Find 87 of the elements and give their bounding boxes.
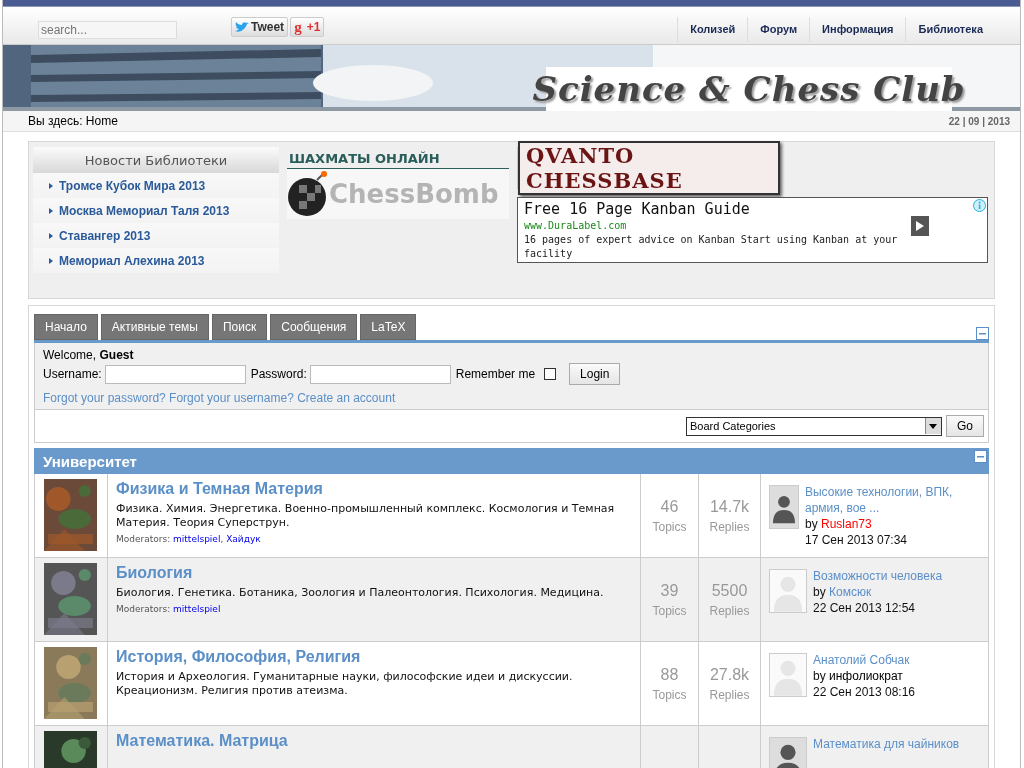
board-description: Физика. Химия. Энергетика. Военно-промышленный комплекс. Космология и Темная Материя. Теория Суперструн. <box>116 502 616 530</box>
forum-tab[interactable]: Начало <box>34 314 98 340</box>
topics-count: 39 <box>660 581 679 600</box>
breadcrumb-label: Вы здесь: <box>28 114 83 128</box>
forum-tab[interactable]: Сообщения <box>270 314 358 340</box>
category-title: Университет <box>43 452 137 470</box>
tweet-button[interactable]: Tweet <box>231 17 289 37</box>
board-description: История и Археология. Гуманитарные науки, философские идеи и дискуссии. Креационизм. Религия против атеизма. <box>116 670 574 698</box>
topics-label: Topics <box>652 519 687 534</box>
replies-label: Replies <box>709 687 750 702</box>
last-post-link[interactable]: Высокие технологии, ВПК, армия, вое ... <box>805 484 980 516</box>
author-link[interactable]: Ruslan73 <box>821 517 872 531</box>
moderators-label: Moderators: <box>116 534 171 544</box>
site-title: Science & Chess Club <box>532 69 966 109</box>
post-date: 22 Сен 2013 08:16 <box>813 684 916 700</box>
arrow-icon <box>916 221 924 231</box>
nav-link[interactable]: Колизей <box>678 17 749 42</box>
comma-text: , <box>220 534 224 544</box>
replies-count: 5500 <box>711 581 748 600</box>
forum-tab[interactable]: Активные темы <box>100 314 209 340</box>
dropdown-arrow-icon <box>929 423 938 429</box>
account-link[interactable]: Forgot your password? <box>43 391 166 405</box>
collapse-icon[interactable] <box>976 327 989 340</box>
nav-link[interactable]: Информация <box>810 17 907 42</box>
last-post-link[interactable]: Математика для чайников <box>813 736 960 752</box>
remember-checkbox[interactable] <box>544 368 557 380</box>
ad-headline[interactable]: Free 16 Page Kanban Guide <box>524 200 913 218</box>
login-button[interactable]: Login <box>569 363 621 385</box>
moderators-label: Moderators: <box>116 604 171 614</box>
nav-link[interactable]: Библиотека <box>906 17 995 42</box>
ad-url[interactable]: www.DuraLabel.com <box>524 220 913 231</box>
go-button[interactable]: Go <box>946 415 984 437</box>
password-label: Password: <box>250 367 307 381</box>
arrow-icon <box>49 182 53 189</box>
bird-icon <box>235 21 249 33</box>
username-label: Username: <box>43 367 102 381</box>
plus-one-button[interactable]: g +1 <box>290 17 325 37</box>
search-field[interactable]: search... <box>38 21 177 39</box>
by-label: by <box>813 669 826 683</box>
author-link[interactable]: инфолиократ <box>829 669 903 683</box>
arrow-icon <box>49 207 53 214</box>
moderator-link[interactable]: Хайдук <box>226 534 261 544</box>
avatar-icon <box>769 485 799 529</box>
info-icon[interactable] <box>973 199 986 212</box>
forum-tab[interactable]: Поиск <box>211 314 268 340</box>
account-link[interactable]: Create an account <box>297 391 396 405</box>
by-label: by <box>805 517 818 531</box>
password-field[interactable] <box>309 364 451 384</box>
breadcrumb-link[interactable]: Home <box>85 114 118 128</box>
avatar-icon <box>769 569 807 613</box>
play-button[interactable] <box>911 216 929 236</box>
category-dropdown[interactable]: Board Categories <box>686 416 942 436</box>
author-link[interactable]: Комсюк <box>829 585 872 599</box>
replies-count: 14.7k <box>709 497 750 516</box>
post-date: 17 Сен 2013 07:34 <box>805 532 909 548</box>
last-post-link[interactable]: Анатолий Собчак <box>813 652 916 668</box>
board-title[interactable]: Физика и Темная Материя <box>116 480 632 498</box>
topics-label: Topics <box>652 603 687 618</box>
replies-count: 27.8k <box>709 665 750 684</box>
moderator-link[interactable]: mittelspiel <box>173 604 221 614</box>
replies-label: Replies <box>709 519 750 534</box>
post-date: 22 Сен 2013 12:54 <box>813 600 917 616</box>
chessbase-banner[interactable]: QVANTO CHESSBASE <box>518 141 780 195</box>
date-text: 22 | 09 | 2013 <box>948 115 1010 127</box>
arrow-icon <box>49 232 53 239</box>
remember-label: Remember me <box>455 367 536 381</box>
avatar-icon <box>769 653 807 697</box>
arrow-icon <box>49 257 53 264</box>
nav-link[interactable]: Форум <box>748 17 811 42</box>
topics-count: 46 <box>660 497 679 516</box>
board-title[interactable]: История, Философия, Религия <box>116 648 632 666</box>
g-icon: g <box>294 18 302 36</box>
replies-label: Replies <box>709 603 750 618</box>
topics-count: 88 <box>660 665 679 684</box>
board-title[interactable]: Биология <box>116 564 632 582</box>
last-post-link[interactable]: Возможности человека <box>813 568 943 584</box>
forum-tab[interactable]: LaTeX <box>360 314 417 340</box>
topics-label: Topics <box>652 687 687 702</box>
collapse-icon[interactable] <box>974 450 987 463</box>
username-field[interactable] <box>104 364 246 384</box>
board-title[interactable]: Математика. Матрица <box>116 732 632 750</box>
by-label: by <box>813 585 826 599</box>
account-link[interactable]: Forgot your username? <box>169 391 294 405</box>
board-description: Биология. Генетика. Ботаника, Зоология и Палеонтология. Психология. Медицина. <box>116 586 605 600</box>
welcome-text: Welcome, Guest <box>43 348 135 362</box>
panel-header: Новости Библиотеки <box>33 147 279 173</box>
ad-text: 16 pages of expert advice on Kanban Start using Kanban at your facility <box>524 233 899 261</box>
